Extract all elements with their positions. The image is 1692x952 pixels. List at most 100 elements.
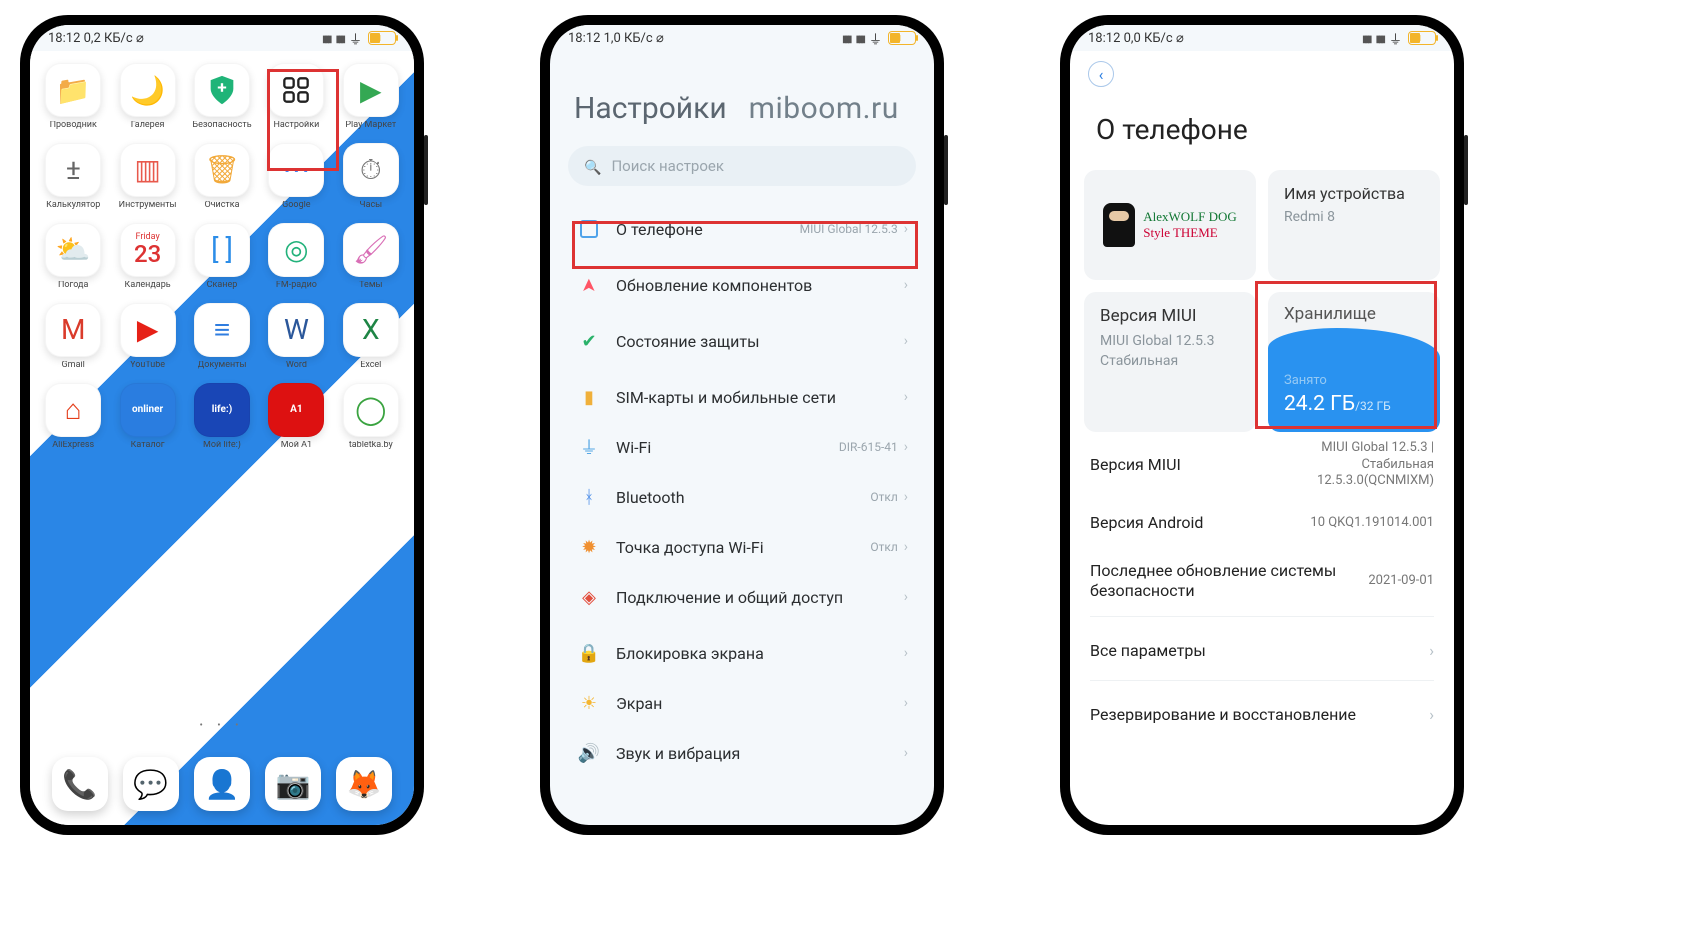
shield-icon: +	[194, 63, 250, 117]
settings-item[interactable]: О телефонеMIUI Global 12.5.3›	[560, 204, 924, 254]
app-Google[interactable]: ⋯Google	[259, 143, 333, 211]
app-icon: ⛅	[45, 223, 101, 277]
app-icon: 📞	[52, 757, 108, 811]
item-icon: ✹	[576, 537, 602, 558]
app-Мой life:)[interactable]: life:)Мой life:)	[185, 383, 259, 451]
app-icon: X	[343, 303, 399, 357]
settings-icon	[268, 63, 324, 117]
app-icon: 📁	[45, 63, 101, 117]
settings-item[interactable]: ⏚ Wi-FiDIR-615-41 ›	[560, 422, 924, 472]
chevron-right-icon: ›	[1429, 705, 1434, 724]
settings-item[interactable]: ▮SIM-карты и мобильные сети›	[560, 372, 924, 422]
app-Word[interactable]: WWord	[259, 303, 333, 371]
item-label: Состояние защиты	[616, 332, 904, 351]
app-Безопасность[interactable]: + Безопасность	[185, 63, 259, 131]
chevron-right-icon: ›	[904, 539, 908, 555]
wifi-icon: ⏚	[349, 29, 362, 48]
app-icon: ◎	[268, 223, 324, 277]
settings-item[interactable]: ➤Обновление компонентов›	[560, 260, 924, 310]
app-Настройки[interactable]: Настройки	[259, 63, 333, 131]
chevron-right-icon: ›	[904, 439, 908, 455]
dock-Камера[interactable]: 📷	[265, 757, 321, 811]
app-Галерея[interactable]: 🌙Галерея	[110, 63, 184, 131]
app-Часы[interactable]: ⏱Часы	[334, 143, 408, 211]
page-title: Настройки	[574, 91, 727, 126]
app-icon: onliner	[120, 383, 176, 437]
app-AliExpress[interactable]: ⌂AliExpress	[36, 383, 110, 451]
item-label: Bluetooth	[616, 488, 870, 507]
chevron-right-icon: ›	[904, 389, 908, 405]
app-label: Погода	[58, 281, 88, 291]
item-icon: ᚼ	[576, 487, 602, 508]
signal-icon	[1362, 31, 1370, 46]
app-Play Маркет[interactable]: ▶Play Маркет	[334, 63, 408, 131]
about-row[interactable]: Версия Android10 QKQ1.191014.001	[1090, 494, 1434, 552]
app-Gmail[interactable]: MGmail	[36, 303, 110, 371]
app-Темы[interactable]: 🖌Темы	[334, 223, 408, 291]
dock-Телефон[interactable]: 📞	[52, 757, 108, 811]
app-icon: ⌂	[45, 383, 101, 437]
settings-item[interactable]: ☀Экран›	[560, 678, 924, 728]
app-Очистка[interactable]: 🗑Очистка	[185, 143, 259, 211]
app-Календарь[interactable]: Friday23Календарь	[110, 223, 184, 291]
settings-item[interactable]: 🔒 Блокировка экрана›	[560, 628, 924, 678]
app-icon: 🗑	[194, 143, 250, 197]
settings-item[interactable]: ᚼBluetoothОткл›	[560, 472, 924, 522]
about-row[interactable]: Все параметры›	[1090, 616, 1434, 674]
settings-item[interactable]: ✹Точка доступа Wi-FiОткл›	[560, 522, 924, 572]
item-label: Wi-Fi	[616, 438, 839, 457]
item-sub: Откл	[870, 490, 897, 504]
card-device-name[interactable]: Имя устройства Redmi 8	[1268, 170, 1440, 280]
item-icon: ⏚	[576, 434, 602, 460]
app-Мой А1[interactable]: A1Мой А1	[259, 383, 333, 451]
item-label: SIM-карты и мобильные сети	[616, 388, 904, 407]
page-title: О телефоне	[1070, 97, 1454, 170]
app-icon: 💬	[123, 757, 179, 811]
item-label: Блокировка экрана	[616, 644, 904, 663]
card-theme[interactable]: AlexWOLF DOG Style THEME	[1084, 170, 1256, 280]
theme-avatar-icon	[1103, 203, 1135, 247]
settings-item[interactable]: 🔊Звук и вибрация›	[560, 728, 924, 778]
settings-list: О телефонеMIUI Global 12.5.3› ➤Обновление…	[550, 204, 934, 778]
card-miui-version[interactable]: Версия MIUI MIUI Global 12.5.3 Стабильна…	[1084, 292, 1256, 432]
search-input[interactable]: Поиск настроек	[568, 146, 916, 186]
settings-item[interactable]: ◈Подключение и общий доступ›	[560, 572, 924, 622]
settings-item[interactable]: ✔Состояние защиты›	[560, 316, 924, 366]
chevron-right-icon: ›	[904, 333, 908, 349]
app-Калькулятор[interactable]: ±Калькулятор	[36, 143, 110, 211]
dock-Firefox[interactable]: 🦊	[336, 757, 392, 811]
back-button[interactable]: ‹	[1088, 61, 1114, 87]
app-label: Галерея	[131, 121, 165, 131]
row-label: Версия Android	[1090, 513, 1310, 533]
item-label: Подключение и общий доступ	[616, 588, 904, 607]
item-label: Обновление компонентов	[616, 276, 904, 295]
about-row[interactable]: Резервирование и восстановление›	[1090, 680, 1434, 738]
row-value: MIUI Global 12.5.3 | Стабильная 12.5.3.0…	[1284, 440, 1434, 491]
app-YouTube[interactable]: ▶YouTube	[110, 303, 184, 371]
chevron-right-icon: ›	[904, 645, 908, 661]
about-row[interactable]: Последнее обновление системы безопасност…	[1090, 552, 1434, 610]
app-Проводник[interactable]: 📁Проводник	[36, 63, 110, 131]
about-row[interactable]: Версия MIUIMIUI Global 12.5.3 | Стабильн…	[1090, 436, 1434, 494]
item-label: О телефоне	[616, 220, 800, 239]
app-label: Настройки	[273, 121, 319, 131]
signal-icon	[842, 31, 850, 46]
app-Инструменты[interactable]: ▥Инструменты	[110, 143, 184, 211]
app-Excel[interactable]: XExcel	[334, 303, 408, 371]
dock-Сообщения[interactable]: 💬	[123, 757, 179, 811]
app-FM-радио[interactable]: ◎FM-радио	[259, 223, 333, 291]
dock-Контакты[interactable]: 👤	[194, 757, 250, 811]
app-label: Мой life:)	[203, 441, 241, 451]
app-Сканер[interactable]: [ ]Сканер	[185, 223, 259, 291]
app-icon: ±	[45, 143, 101, 197]
item-sub: DIR-615-41	[839, 440, 898, 454]
wifi-icon: ⏚	[1389, 29, 1402, 48]
item-icon: 🔒	[576, 643, 602, 664]
app-label: Безопасность	[192, 121, 251, 131]
card-storage[interactable]: Хранилище Занято 24.2 ГБ/32 ГБ	[1268, 292, 1440, 432]
app-Погода[interactable]: ⛅ Погода	[36, 223, 110, 291]
signal-icon	[335, 31, 343, 46]
app-tabletka.by[interactable]: ◯tabletka.by	[334, 383, 408, 451]
app-Документы[interactable]: ≡Документы	[185, 303, 259, 371]
app-Каталог[interactable]: onlinerКаталог	[110, 383, 184, 451]
